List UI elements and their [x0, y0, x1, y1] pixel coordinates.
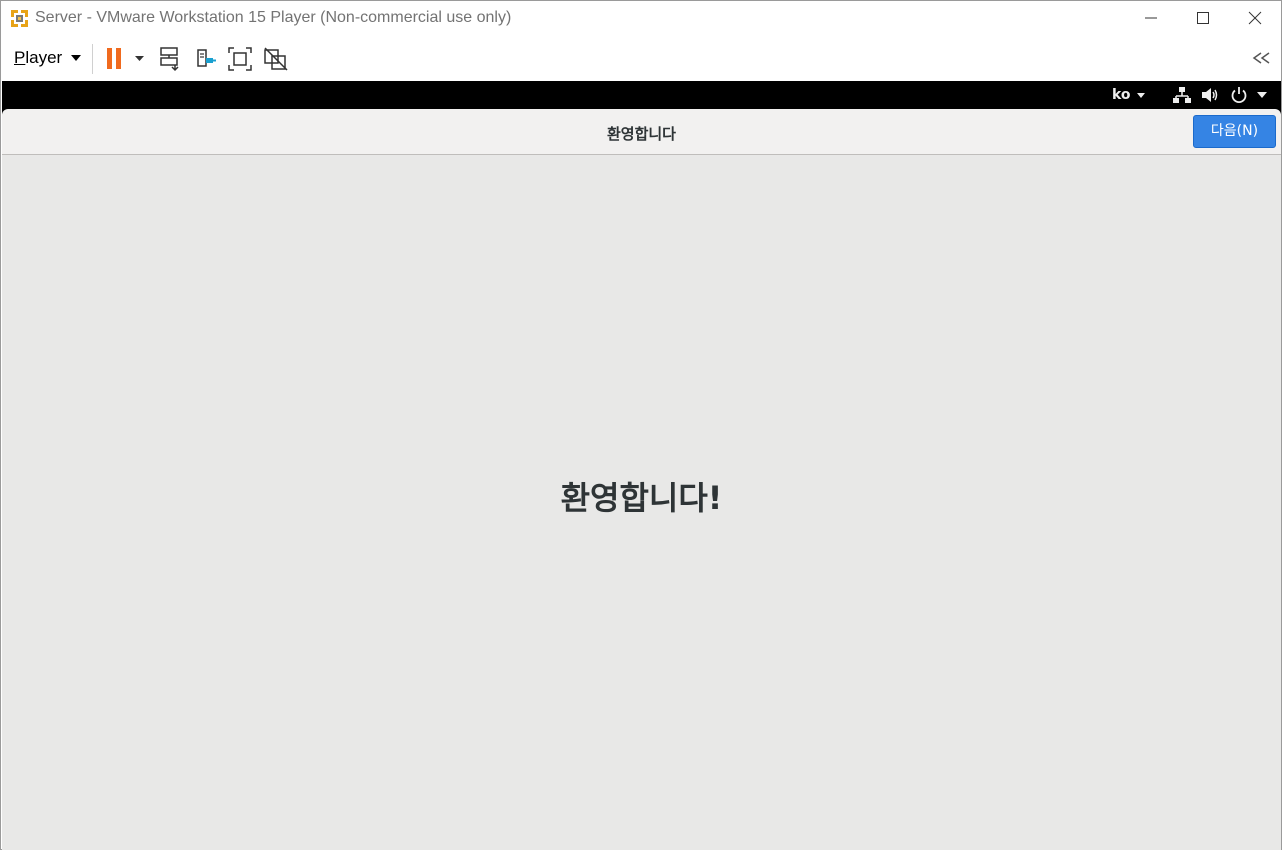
minimize-button[interactable]: [1125, 1, 1177, 35]
player-toolbar: Player: [1, 35, 1281, 81]
unity-button[interactable]: [262, 45, 290, 73]
vmware-player-window: Server - VMware Workstation 15 Player (N…: [0, 0, 1282, 850]
network-icon[interactable]: [1173, 86, 1191, 108]
close-icon: [1248, 11, 1262, 25]
send-ctrl-alt-del-button[interactable]: [157, 45, 185, 73]
language-indicator[interactable]: ko: [1112, 87, 1145, 103]
volume-icon[interactable]: [1201, 86, 1219, 108]
player-menu-label: Player: [14, 48, 63, 67]
close-button[interactable]: [1229, 1, 1281, 35]
fullscreen-icon: [228, 47, 252, 71]
pause-button[interactable]: [105, 45, 149, 73]
installer-header-bar: 환영합니다 다음(N): [2, 109, 1281, 155]
collapse-toolbar-icon: [1252, 52, 1270, 64]
removable-devices-icon: [197, 49, 216, 67]
removable-devices-button[interactable]: [193, 45, 221, 73]
chevron-down-icon: [71, 55, 82, 61]
gnome-top-bar: ko: [2, 81, 1281, 109]
fullscreen-button[interactable]: [226, 45, 254, 73]
toolbar-divider: [92, 44, 93, 74]
chevron-down-icon: [1136, 92, 1145, 98]
welcome-page: 환영합니다!: [2, 155, 1281, 850]
player-menu[interactable]: Player: [14, 47, 82, 69]
vmware-app-icon: [9, 8, 30, 29]
pause-icon: [107, 48, 144, 69]
next-button[interactable]: 다음(N): [1193, 115, 1276, 148]
welcome-heading: 환영합니다!: [560, 479, 723, 517]
minimize-icon: [1145, 17, 1157, 19]
unity-icon: [264, 47, 288, 71]
system-menu-chevron-icon[interactable]: [1257, 92, 1267, 98]
header-title: 환영합니다: [606, 125, 676, 143]
maximize-icon: [1197, 12, 1209, 24]
language-label: ko: [1112, 87, 1131, 103]
title-bar[interactable]: Server - VMware Workstation 15 Player (N…: [1, 1, 1281, 35]
send-ctrl-alt-del-icon: [160, 47, 179, 72]
vm-display[interactable]: ko 환영합니다 다음(N) 환영합니다!: [2, 81, 1281, 850]
window-title: Server - VMware Workstation 15 Player (N…: [35, 9, 512, 26]
power-icon[interactable]: [1230, 86, 1248, 108]
maximize-button[interactable]: [1177, 1, 1229, 35]
collapse-toolbar-button[interactable]: [1250, 47, 1274, 69]
